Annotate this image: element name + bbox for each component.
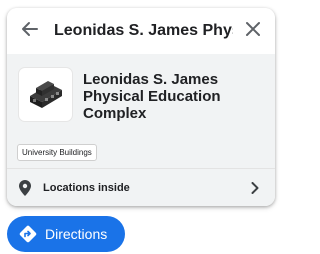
place-title: Leonidas S. James Physical Education Com…: [83, 71, 221, 122]
place-card: Leonidas S. James Physical Education Com…: [7, 8, 275, 206]
search-bar[interactable]: Leonidas S. James Physical Education Com…: [7, 8, 275, 55]
building-3d-icon: [26, 74, 66, 115]
place-thumbnail: [19, 68, 72, 121]
search-input[interactable]: Leonidas S. James Physical Education Com…: [54, 22, 233, 40]
arrow-left-icon: [21, 20, 39, 43]
directions-label: Directions: [45, 226, 108, 242]
place-info: Leonidas S. James Physical Education Com…: [7, 54, 275, 168]
locations-inside-row[interactable]: Locations inside: [7, 168, 275, 206]
directions-button[interactable]: Directions: [7, 216, 125, 252]
close-icon: [245, 21, 261, 42]
category-chip: University Buildings: [17, 144, 97, 161]
map-pin-icon: [19, 180, 33, 196]
locations-inside-label: Locations inside: [43, 182, 130, 194]
back-button[interactable]: [14, 15, 46, 47]
directions-icon: [19, 225, 37, 243]
close-button[interactable]: [237, 15, 269, 47]
chevron-right-icon: [251, 182, 261, 194]
